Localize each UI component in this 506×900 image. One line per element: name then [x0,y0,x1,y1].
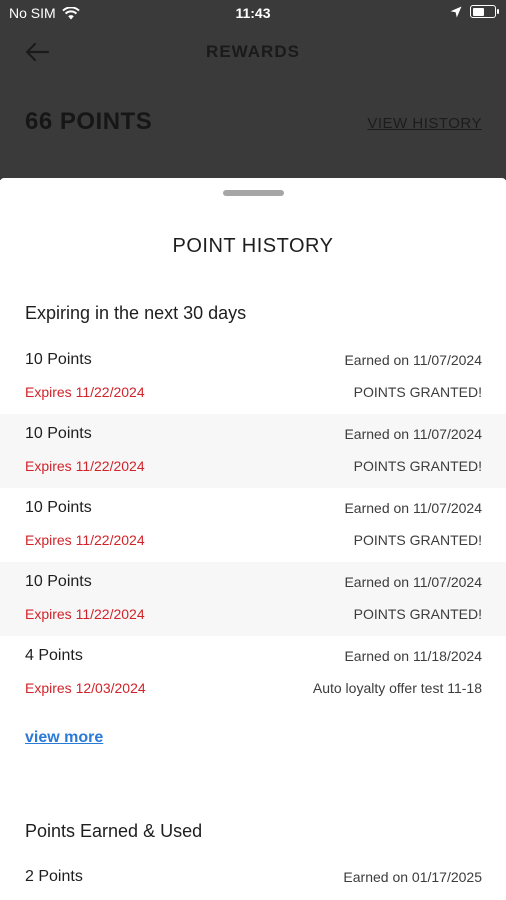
battery-icon [470,5,499,18]
status-time: 11:43 [235,5,271,21]
entry-points: 10 Points [25,499,92,516]
entry-reason: POINTS GRANTED! [353,532,482,548]
drag-handle[interactable] [223,190,284,196]
point-history-sheet: POINT HISTORY Expiring in the next 30 da… [0,178,506,900]
history-entry: 10 Points Earned on 11/07/2024 Expires 1… [0,488,506,562]
history-entry: 10 Points Earned on 11/07/2024 Expires 1… [0,414,506,488]
entry-expiry-date: Expires 12/03/2024 [25,680,146,696]
entry-points: 2 Points [25,868,83,885]
view-history-link[interactable]: VIEW HISTORY [367,115,482,132]
history-entry: 2 Points Earned on 01/17/2025 [0,857,506,900]
entry-reason: POINTS GRANTED! [353,606,482,622]
entry-earned-date: Earned on 11/07/2024 [344,574,482,590]
sheet-title: POINT HISTORY [172,235,334,257]
battery-level [472,7,485,16]
entry-reason: POINTS GRANTED! [353,458,482,474]
entry-earned-date: Earned on 11/18/2024 [344,648,482,664]
status-bar: No SIM 11:43 [0,0,506,28]
expiring-section-title: Expiring in the next 30 days [25,303,247,323]
entry-reason: POINTS GRANTED! [353,384,482,400]
points-total: 66 POINTS [25,108,153,135]
dimmed-backdrop[interactable]: No SIM 11:43 REWARDS 66 POINTS VIEW HIST… [0,0,506,180]
entry-earned-date: Earned on 11/07/2024 [344,426,482,442]
entry-points: 10 Points [25,573,92,590]
earned-used-section-title: Points Earned & Used [25,821,203,841]
page-title: REWARDS [206,42,300,61]
rewards-header: REWARDS [0,30,506,74]
entry-earned-date: Earned on 11/07/2024 [344,500,482,516]
entry-points: 10 Points [25,425,92,442]
entry-expiry-date: Expires 11/22/2024 [25,606,145,622]
location-arrow-icon [450,6,462,17]
entry-expiry-date: Expires 11/22/2024 [25,384,145,400]
view-more-link[interactable]: view more [25,729,103,747]
entry-points: 4 Points [25,647,83,664]
entry-earned-date: Earned on 11/07/2024 [344,352,482,368]
entry-earned-date: Earned on 01/17/2025 [343,869,482,885]
entry-expiry-date: Expires 11/22/2024 [25,532,145,548]
history-entry: 4 Points Earned on 11/18/2024 Expires 12… [0,636,506,710]
history-entry: 10 Points Earned on 11/07/2024 Expires 1… [0,562,506,636]
history-entry: 10 Points Earned on 11/07/2024 Expires 1… [0,340,506,414]
entry-expiry-date: Expires 11/22/2024 [25,458,145,474]
entry-points: 10 Points [25,351,92,368]
entry-reason: Auto loyalty offer test 11-18 [312,680,482,696]
status-right [450,5,499,18]
